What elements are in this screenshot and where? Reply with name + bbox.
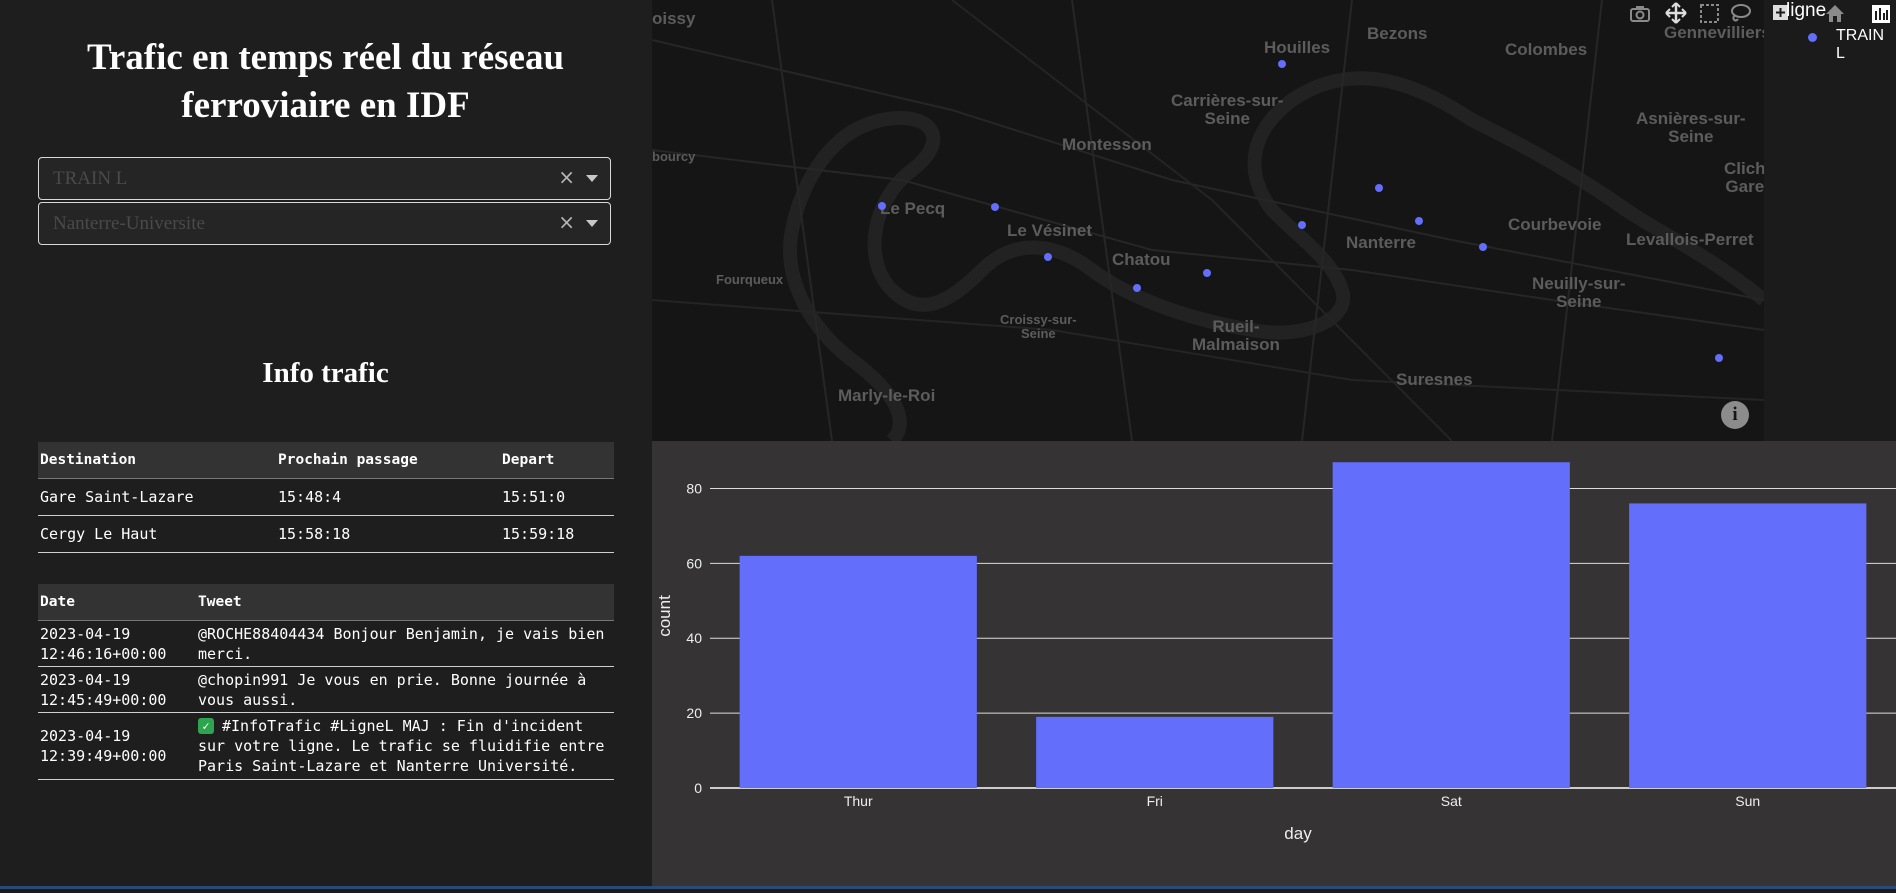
- legend-title: ligne: [1786, 0, 1827, 21]
- bar-chart[interactable]: 0 20 40 60 80 Thur Fri Sat Sun day count: [652, 441, 1896, 889]
- station-marker[interactable]: [1715, 354, 1723, 362]
- camera-icon[interactable]: [1630, 6, 1650, 22]
- station-marker[interactable]: [1203, 269, 1211, 277]
- table-row: 2023-04-19 12:45:49+00:00 @chopin991 Je …: [38, 666, 614, 713]
- table-row: 2023-04-19 12:46:16+00:00 @ROCHE88404434…: [38, 620, 614, 667]
- cell-destination: Gare Saint-Lazare: [38, 478, 276, 516]
- cell-date: 2023-04-19 12:39:49+00:00: [38, 712, 196, 780]
- line-clear-icon[interactable]: ×: [558, 165, 575, 189]
- station-marker[interactable]: [1479, 243, 1487, 251]
- bar[interactable]: [1036, 716, 1274, 788]
- bar-chart-svg: 0 20 40 60 80 Thur Fri Sat Sun day count: [655, 462, 1896, 843]
- bar[interactable]: [1629, 503, 1867, 788]
- station-marker[interactable]: [1278, 60, 1286, 68]
- line-dropdown[interactable]: TRAIN L ×: [38, 157, 611, 200]
- plotly-logo-icon[interactable]: [1872, 5, 1890, 23]
- pan-icon[interactable]: [1665, 2, 1687, 24]
- bar[interactable]: [739, 555, 977, 788]
- tweet-text: #InfoTrafic #LigneL MAJ : Fin d'incident…: [198, 717, 605, 775]
- column-header: Date: [38, 584, 196, 621]
- cell-date: 2023-04-19 12:45:49+00:00: [38, 666, 196, 713]
- x-axis-label: day: [1284, 824, 1312, 843]
- station-marker[interactable]: [878, 202, 886, 210]
- cell-next-passage: 15:58:18: [276, 515, 500, 553]
- check-icon: ✓: [198, 718, 214, 734]
- y-tick-label: 60: [686, 555, 702, 571]
- table-row: 2023-04-19 12:39:49+00:00 ✓ #InfoTrafic #…: [38, 712, 614, 780]
- station-points: [878, 60, 1723, 362]
- bar[interactable]: [1332, 462, 1570, 788]
- station-dropdown[interactable]: Nanterre-Universite ×: [38, 202, 611, 245]
- column-header: Depart: [500, 442, 614, 479]
- column-header: Tweet: [196, 584, 614, 621]
- table-row: Gare Saint-Lazare 15:48:4 15:51:0: [38, 478, 614, 516]
- cell-departure: 15:59:18: [500, 515, 614, 553]
- station-marker[interactable]: [1044, 253, 1052, 261]
- station-clear-icon[interactable]: ×: [558, 210, 575, 234]
- info-trafic-title: Info trafic: [262, 357, 389, 389]
- box-select-icon[interactable]: [1700, 4, 1719, 23]
- column-header: Destination: [38, 442, 276, 479]
- chevron-down-icon[interactable]: [586, 175, 598, 182]
- cell-destination: Cergy Le Haut: [38, 515, 276, 553]
- x-tick-label: Sat: [1441, 793, 1462, 809]
- y-tick-label: 20: [686, 705, 702, 721]
- station-marker[interactable]: [1375, 184, 1383, 192]
- y-tick-label: 80: [686, 480, 702, 496]
- station-marker[interactable]: [991, 203, 999, 211]
- page-title: Trafic en temps réel du réseau ferroviai…: [86, 37, 565, 126]
- y-tick-label: 0: [694, 780, 702, 796]
- cell-tweet: ✓ #InfoTrafic #LigneL MAJ : Fin d'inciden…: [196, 712, 614, 780]
- y-tick-label: 40: [686, 630, 702, 646]
- legend-entry[interactable]: TRAIN L: [1836, 27, 1896, 63]
- lasso-icon[interactable]: [1731, 4, 1751, 22]
- cell-tweet: @chopin991 Je vous en prie. Bonne journé…: [196, 666, 614, 713]
- map-legend: TRAIN L: [1764, 0, 1896, 441]
- x-tick-label: Thur: [844, 793, 873, 809]
- station-marker[interactable]: [1298, 221, 1306, 229]
- x-tick-label: Fri: [1147, 793, 1163, 809]
- modebar: [1630, 2, 1890, 24]
- station-map[interactable]: oissy Houilles Bezons Colombes Gennevill…: [652, 0, 1764, 441]
- station-marker[interactable]: [1133, 284, 1141, 292]
- map-info-icon[interactable]: i: [1721, 401, 1749, 429]
- chevron-down-icon[interactable]: [586, 220, 598, 227]
- station-marker[interactable]: [1415, 217, 1423, 225]
- passages-table: Destination Prochain passage Depart Gare…: [38, 442, 614, 553]
- x-tick-label: Sun: [1735, 793, 1760, 809]
- sidebar-panel: Trafic en temps réel du réseau ferroviai…: [0, 0, 652, 889]
- cell-tweet: @ROCHE88404434 Bonjour Benjamin, je vais…: [196, 620, 614, 667]
- line-dropdown-value: TRAIN L: [53, 168, 128, 189]
- cell-next-passage: 15:48:4: [276, 478, 500, 516]
- cell-date: 2023-04-19 12:46:16+00:00: [38, 620, 196, 667]
- station-dropdown-value: Nanterre-Universite: [53, 213, 205, 234]
- column-header: Prochain passage: [276, 442, 500, 479]
- table-row: Cergy Le Haut 15:58:18 15:59:18: [38, 515, 614, 553]
- y-axis-label: count: [655, 595, 674, 637]
- cell-departure: 15:51:0: [500, 478, 614, 516]
- legend-marker-icon: [1808, 33, 1817, 42]
- tweets-table: Date Tweet 2023-04-19 12:46:16+00:00 @RO…: [38, 584, 614, 780]
- home-icon[interactable]: [1826, 5, 1844, 22]
